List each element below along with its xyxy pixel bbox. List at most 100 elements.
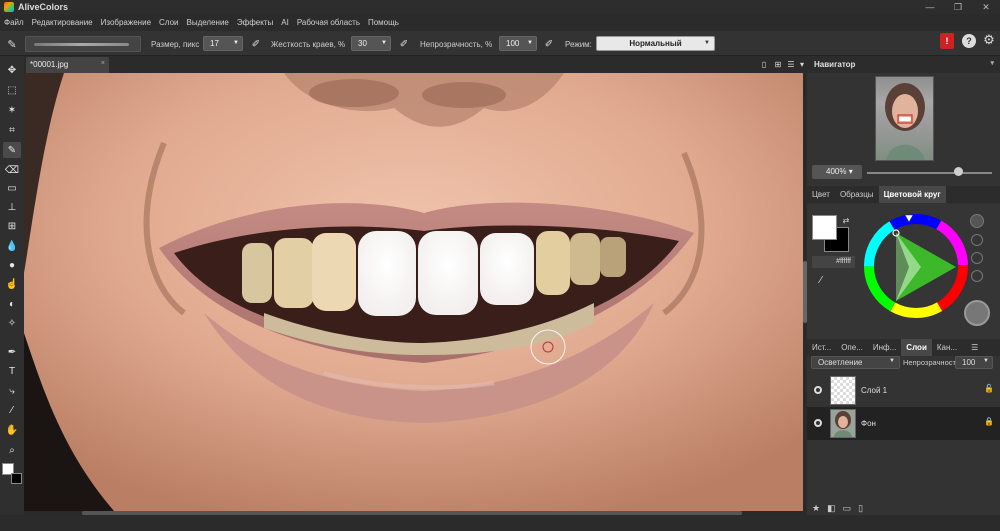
move-tool-icon[interactable]: ✥ xyxy=(3,62,21,78)
layer-opacity-select[interactable]: 100 ▼ xyxy=(955,356,993,369)
navigator-thumbnail[interactable] xyxy=(875,76,934,161)
wheel-mode-icon[interactable] xyxy=(971,234,983,246)
document-icon[interactable]: ▯ xyxy=(759,59,769,69)
hardness-value: 30 xyxy=(358,39,367,48)
new-group-icon[interactable]: ▭ xyxy=(843,503,852,515)
layer-opacity-label: Непрозрачность xyxy=(903,358,960,367)
visibility-eye-icon[interactable] xyxy=(814,386,822,394)
zoom-slider-handle[interactable] xyxy=(954,167,963,176)
wheel-mode-icon[interactable] xyxy=(970,214,984,228)
crop-tool-icon[interactable]: ⌗ xyxy=(3,122,21,138)
layer-row[interactable]: Фон 🔒 xyxy=(807,407,1000,440)
layer-name: Слой 1 xyxy=(861,386,888,395)
lock-icon[interactable]: 🔒 xyxy=(984,417,994,426)
brush-preset-picker[interactable] xyxy=(25,36,141,52)
menu-effects[interactable]: Эффекты xyxy=(237,18,273,27)
list-view-icon[interactable]: ☰ xyxy=(786,59,796,69)
adjustment-layer-icon[interactable]: ◧ xyxy=(827,503,836,515)
zoom-slider[interactable] xyxy=(867,172,992,174)
wheel-mode-icon[interactable] xyxy=(971,270,983,282)
path-select-tool-icon[interactable]: ⤷ xyxy=(3,383,21,399)
gear-icon[interactable]: ⚙ xyxy=(982,32,996,47)
chevron-down-icon[interactable]: ▾ xyxy=(990,59,994,67)
smudge-tool-icon[interactable]: ☝ xyxy=(3,276,21,292)
background-color-swatch[interactable] xyxy=(11,473,22,484)
tab-layers[interactable]: Слои xyxy=(901,339,932,356)
menu-ai[interactable]: AI xyxy=(281,18,289,27)
close-icon[interactable]: × xyxy=(101,60,105,67)
image-canvas[interactable] xyxy=(24,73,803,511)
liquify-tool-icon[interactable]: ✧ xyxy=(3,315,21,331)
layer-blend-select[interactable]: Осветление ▼ xyxy=(811,356,900,369)
tab-color[interactable]: Цвет xyxy=(807,186,835,203)
grid-view-icon[interactable]: ⊞ xyxy=(773,59,783,69)
color-preview-button[interactable] xyxy=(964,300,990,326)
sponge-tool-icon[interactable]: ◐ xyxy=(3,296,21,312)
maximize-button[interactable]: ❐ xyxy=(944,0,972,14)
menu-select[interactable]: Выделение xyxy=(186,18,228,27)
dodge-tool-icon[interactable]: ● xyxy=(3,257,21,273)
lock-icon[interactable]: 🔓 xyxy=(984,384,994,393)
hardness-input[interactable]: 30 ▼ xyxy=(351,36,391,51)
document-tab[interactable]: *00001.jpg × xyxy=(26,57,109,73)
alert-icon[interactable]: ! xyxy=(940,33,954,49)
help-icon[interactable]: ? xyxy=(962,34,976,48)
foreground-swatch-top[interactable] xyxy=(812,215,837,240)
gradient-tool-icon[interactable]: ▭ xyxy=(3,180,21,196)
menu-help[interactable]: Помощь xyxy=(368,18,399,27)
pressure-opacity-icon[interactable]: ✐ xyxy=(542,37,556,51)
menu-bar: Файл Редактирование Изображение Слои Выд… xyxy=(0,14,1000,31)
text-tool-icon[interactable]: T xyxy=(3,363,21,379)
brush-tool-icon[interactable]: ✎ xyxy=(5,37,19,51)
blend-mode-select[interactable]: Нормальный ▼ xyxy=(596,36,715,51)
zoom-select[interactable]: 400% ▾ xyxy=(812,165,862,179)
visibility-eye-icon[interactable] xyxy=(814,419,822,427)
tab-channels[interactable]: Кан... xyxy=(932,339,962,356)
opacity-input[interactable]: 100 ▼ xyxy=(499,36,537,51)
title-bar: AliveColors — ❐ ✕ xyxy=(0,0,1000,14)
tab-color-wheel[interactable]: Цветовой круг xyxy=(878,186,946,203)
size-input[interactable]: 17 ▼ xyxy=(203,36,243,51)
tab-info[interactable]: Инф... xyxy=(868,339,901,356)
menu-file[interactable]: Файл xyxy=(4,18,24,27)
close-button[interactable]: ✕ xyxy=(972,0,1000,14)
menu-workspace[interactable]: Рабочая область xyxy=(297,18,360,27)
menu-image[interactable]: Изображение xyxy=(101,18,151,27)
healing-tool-icon[interactable]: ⊞ xyxy=(3,218,21,234)
pressure-hardness-icon[interactable]: ✐ xyxy=(397,37,411,51)
layers-menu-icon[interactable]: ☰ xyxy=(966,339,983,356)
chevron-down-icon[interactable]: ▾ xyxy=(797,59,807,69)
eraser-tool-icon[interactable]: ⌫ xyxy=(3,162,21,178)
minimize-button[interactable]: — xyxy=(916,0,944,14)
magic-wand-tool-icon[interactable]: ✶ xyxy=(3,102,21,118)
document-tab-bar: *00001.jpg × ▯ ⊞ ☰ ▾ xyxy=(24,56,807,73)
eyedropper-icon[interactable]: ⁄ xyxy=(815,274,827,286)
zoom-tool-icon[interactable]: ⌕ xyxy=(3,442,21,458)
hand-tool-icon[interactable]: ✋ xyxy=(3,422,21,438)
chevron-down-icon: ▼ xyxy=(381,40,387,46)
tab-history[interactable]: Ист... xyxy=(807,339,836,356)
layer-style-icon[interactable]: ★ xyxy=(812,503,820,515)
new-layer-icon[interactable]: ▯ xyxy=(858,503,863,515)
mode-label: Режим: xyxy=(565,40,592,49)
layer-row[interactable]: Слой 1 🔓 xyxy=(807,374,1000,407)
menu-edit[interactable]: Редактирование xyxy=(32,18,93,27)
eyedropper-tool-icon[interactable]: ⁄ xyxy=(3,402,21,418)
blur-tool-icon[interactable]: 💧 xyxy=(3,238,21,254)
brush-tool-button-icon[interactable]: ✎ xyxy=(3,142,21,158)
layer-thumbnail-image xyxy=(834,411,852,437)
marquee-tool-icon[interactable]: ⬚ xyxy=(3,82,21,98)
layer-blend-value: Осветление xyxy=(818,358,863,367)
tab-operations[interactable]: Опе... xyxy=(836,339,868,356)
tab-swatches[interactable]: Образцы xyxy=(835,186,879,203)
swap-colors-icon[interactable]: ⇄ xyxy=(841,215,851,225)
menu-layers[interactable]: Слои xyxy=(159,18,178,27)
pressure-size-icon[interactable]: ✐ xyxy=(249,37,263,51)
color-wheel[interactable] xyxy=(861,211,971,321)
hex-field[interactable]: #ffffff xyxy=(812,256,855,268)
wheel-mode-icon[interactable] xyxy=(971,252,983,264)
size-value: 17 xyxy=(210,39,219,48)
stamp-tool-icon[interactable]: ⊥ xyxy=(3,199,21,215)
chevron-down-icon: ▼ xyxy=(983,358,989,364)
pen-tool-icon[interactable]: ✒ xyxy=(3,344,21,360)
